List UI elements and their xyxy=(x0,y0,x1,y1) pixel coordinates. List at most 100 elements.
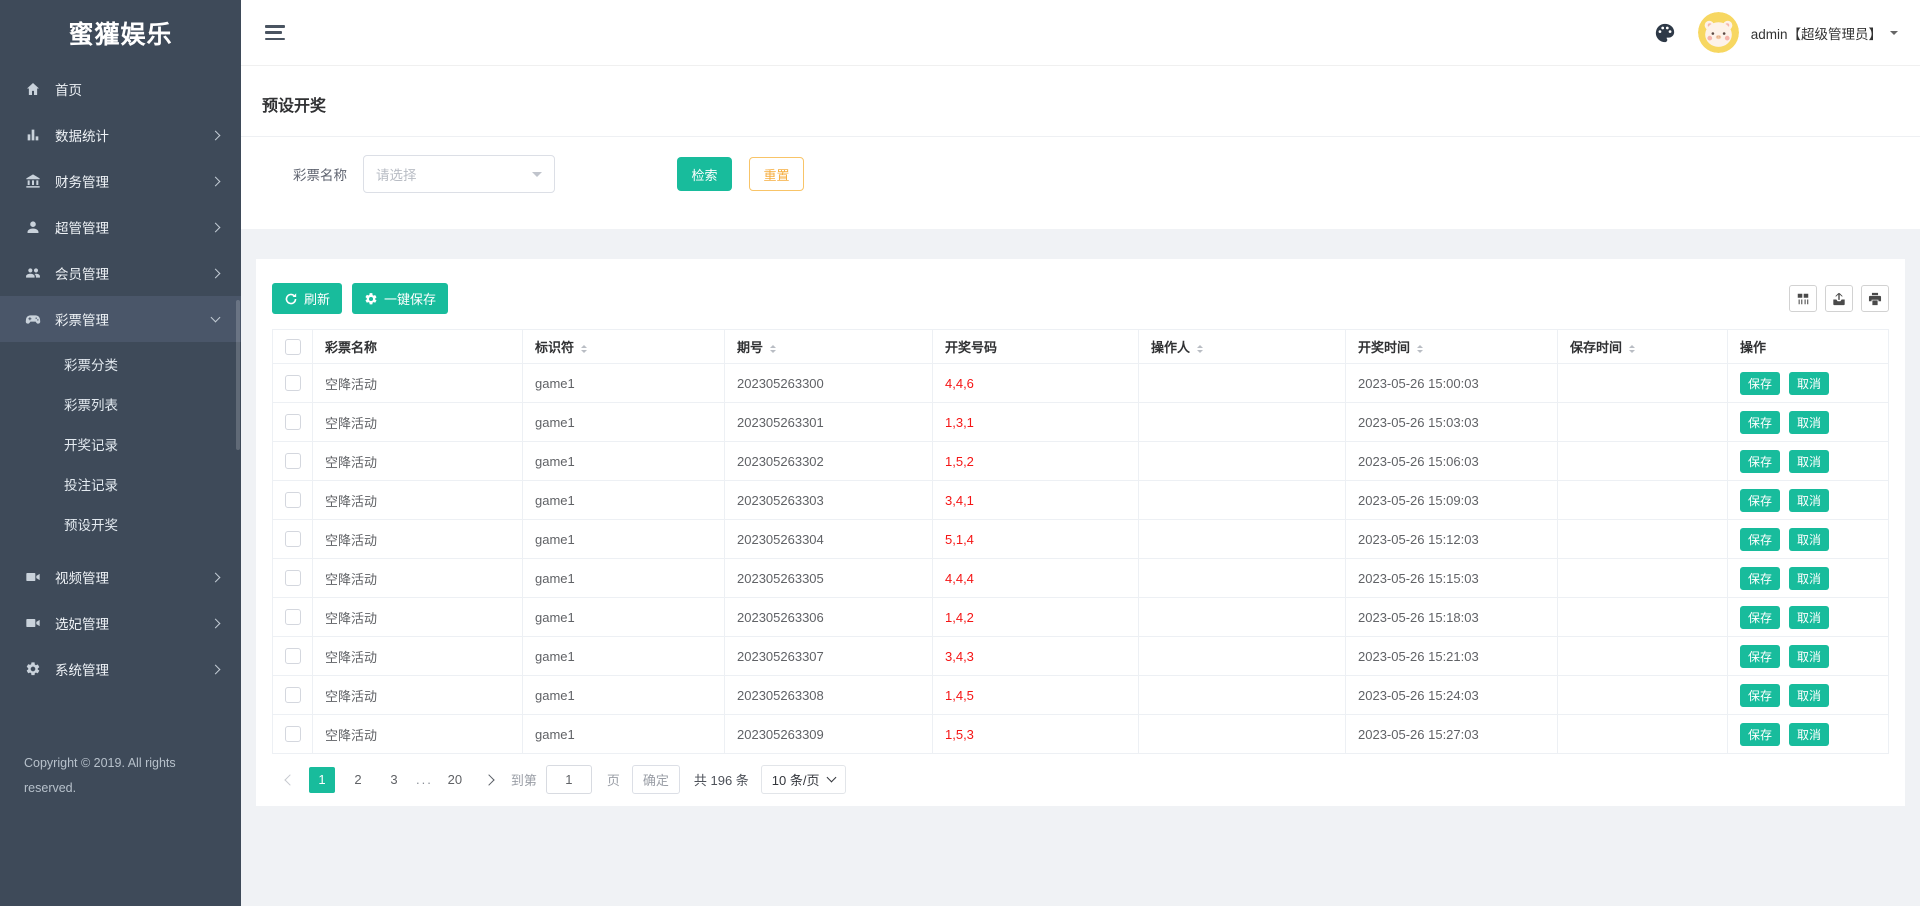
row-cancel-button[interactable]: 取消 xyxy=(1789,644,1830,668)
reset-button[interactable]: 重置 xyxy=(749,157,804,191)
sidebar-subitem[interactable]: 彩票列表 xyxy=(0,386,241,426)
page-title: 预设开奖 xyxy=(262,98,327,115)
sidebar-item-label: 数据统计 xyxy=(55,129,109,144)
select-all-checkbox[interactable] xyxy=(285,338,301,355)
sidebar-item-admins[interactable]: 超管管理 xyxy=(0,204,241,250)
page-size-select[interactable]: 10 条/页 xyxy=(760,765,847,794)
column-header[interactable]: 标识符 xyxy=(522,329,725,364)
lottery-name-select[interactable]: 请选择 xyxy=(363,155,555,193)
lottery-name-cell: 空降活动 xyxy=(312,402,523,442)
row-save-button[interactable]: 保存 xyxy=(1740,371,1781,395)
row-save-button[interactable]: 保存 xyxy=(1740,644,1781,668)
select-all-header[interactable] xyxy=(272,329,313,364)
sidebar-item-consort[interactable]: 选妃管理 xyxy=(0,600,241,646)
prev-page-icon[interactable] xyxy=(284,773,296,786)
row-save-button[interactable]: 保存 xyxy=(1740,527,1781,551)
jump-confirm-button[interactable]: 确定 xyxy=(631,765,680,794)
chevron-down-icon xyxy=(827,772,837,783)
row-checkbox[interactable] xyxy=(285,687,301,704)
page-number-button[interactable]: 1 xyxy=(309,766,335,793)
row-cancel-button[interactable]: 取消 xyxy=(1789,566,1830,590)
next-page-icon[interactable] xyxy=(483,773,495,786)
sidebar-item-members[interactable]: 会员管理 xyxy=(0,250,241,296)
lottery-name-cell: 空降活动 xyxy=(312,441,523,481)
user-menu[interactable]: admin【超级管理员】 xyxy=(1751,23,1898,43)
column-header[interactable]: 开奖时间 xyxy=(1345,329,1558,364)
sidebar-toggle-button[interactable] xyxy=(265,25,285,40)
sort-icon[interactable] xyxy=(770,344,777,353)
row-save-button[interactable]: 保存 xyxy=(1740,488,1781,512)
row-save-button[interactable]: 保存 xyxy=(1740,683,1781,707)
sidebar-subitem[interactable]: 预设开奖 xyxy=(0,506,241,546)
select-placeholder: 请选择 xyxy=(376,168,417,183)
row-cancel-button[interactable]: 取消 xyxy=(1789,449,1830,473)
issue-cell: 202305263302 xyxy=(724,441,933,481)
sidebar-item-home[interactable]: 首页 xyxy=(0,66,241,112)
row-checkbox[interactable] xyxy=(285,726,301,743)
row-checkbox[interactable] xyxy=(285,414,301,431)
search-button[interactable]: 检索 xyxy=(677,157,732,191)
column-label: 开奖号码 xyxy=(945,340,998,355)
main-area: admin【超级管理员】 预设开奖 彩票名称 请选择 检索 重置 刷新 一键保存… xyxy=(241,0,1920,806)
page-number-button[interactable]: 20 xyxy=(442,767,468,793)
page-number-button[interactable]: 2 xyxy=(345,767,371,793)
sort-icon[interactable] xyxy=(581,344,588,353)
row-save-button[interactable]: 保存 xyxy=(1740,722,1781,746)
row-cancel-button[interactable]: 取消 xyxy=(1789,527,1830,551)
chevron-down-icon xyxy=(532,171,542,182)
export-button[interactable] xyxy=(1825,285,1853,312)
sidebar-item-finance[interactable]: 财务管理 xyxy=(0,158,241,204)
row-save-button[interactable]: 保存 xyxy=(1740,449,1781,473)
row-cancel-button[interactable]: 取消 xyxy=(1789,722,1830,746)
row-checkbox[interactable] xyxy=(285,648,301,665)
page-ellipsis: ... xyxy=(416,772,433,787)
sidebar-item-label: 系统管理 xyxy=(55,663,109,678)
sort-icon[interactable] xyxy=(1629,344,1636,353)
row-checkbox[interactable] xyxy=(285,492,301,509)
issue-cell: 202305263300 xyxy=(724,363,933,403)
row-checkbox[interactable] xyxy=(285,570,301,587)
sidebar-item-system[interactable]: 系统管理 xyxy=(0,646,241,692)
jump-page-input[interactable] xyxy=(545,765,592,794)
column-header[interactable]: 操作人 xyxy=(1138,329,1346,364)
column-header[interactable]: 保存时间 xyxy=(1557,329,1728,364)
row-checkbox[interactable] xyxy=(285,531,301,548)
draw-numbers-cell: 3,4,1 xyxy=(932,480,1139,520)
row-save-button[interactable]: 保存 xyxy=(1740,605,1781,629)
sidebar-scrollbar[interactable] xyxy=(236,300,240,450)
row-checkbox[interactable] xyxy=(285,375,301,392)
sidebar-subitem[interactable]: 彩票分类 xyxy=(0,346,241,386)
row-save-button[interactable]: 保存 xyxy=(1740,410,1781,434)
column-header[interactable]: 期号 xyxy=(724,329,933,364)
theme-palette-icon[interactable] xyxy=(1654,22,1676,44)
row-cancel-button[interactable]: 取消 xyxy=(1789,488,1830,512)
avatar[interactable] xyxy=(1697,12,1739,53)
admin-icon xyxy=(24,218,42,236)
sidebar-subitem[interactable]: 投注记录 xyxy=(0,466,241,506)
row-cancel-button[interactable]: 取消 xyxy=(1789,410,1830,434)
sort-icon[interactable] xyxy=(1417,344,1424,353)
row-cancel-button[interactable]: 取消 xyxy=(1789,605,1830,629)
draw-time-cell: 2023-05-26 15:18:03 xyxy=(1345,597,1558,637)
sidebar-item-lottery[interactable]: 彩票管理 xyxy=(0,296,241,342)
row-checkbox[interactable] xyxy=(285,453,301,470)
sidebar-item-label: 首页 xyxy=(55,83,82,98)
row-cancel-button[interactable]: 取消 xyxy=(1789,371,1830,395)
sidebar-subitem[interactable]: 开奖记录 xyxy=(0,426,241,466)
refresh-button[interactable]: 刷新 xyxy=(272,283,343,314)
print-button[interactable] xyxy=(1861,285,1889,312)
columns-icon xyxy=(1797,293,1809,304)
row-save-button[interactable]: 保存 xyxy=(1740,566,1781,590)
row-checkbox[interactable] xyxy=(285,609,301,626)
row-cancel-button[interactable]: 取消 xyxy=(1789,683,1830,707)
sort-icon[interactable] xyxy=(1197,344,1204,353)
sidebar-item-video[interactable]: 视频管理 xyxy=(0,554,241,600)
table-body: 空降活动 game1 202305263300 4,4,6 2023-05-26 15:… xyxy=(272,363,1889,754)
save-all-button[interactable]: 一键保存 xyxy=(352,283,449,314)
sidebar-item-stats[interactable]: 数据统计 xyxy=(0,112,241,158)
gear-icon xyxy=(365,292,377,304)
columns-toggle-button[interactable] xyxy=(1789,285,1817,312)
sidebar: 蜜獾娱乐 首页 数据统计 财务管理 超管管理 会员管理 彩票管理 彩票分类 彩票列表 开奖记录投… xyxy=(0,0,241,906)
save-time-cell xyxy=(1557,636,1728,676)
page-number-button[interactable]: 3 xyxy=(381,767,407,793)
